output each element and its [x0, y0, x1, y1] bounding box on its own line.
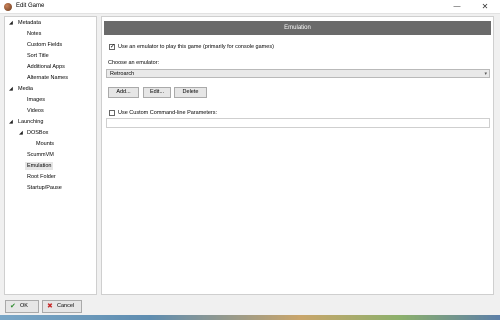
tree-item-dosbox[interactable]: DOSBox — [27, 129, 48, 137]
tree-item-emulation[interactable]: Emulation — [25, 162, 54, 170]
tree-item-metadata[interactable]: Metadata — [18, 19, 41, 27]
chevron-down-icon: ▾ — [484, 71, 487, 77]
tree-item-additional-apps[interactable]: Additional Apps — [27, 63, 65, 71]
tree-item-custom-fields[interactable]: Custom Fields — [27, 41, 62, 49]
delete-emulator-button[interactable]: Delete — [174, 87, 207, 98]
collapse-triangle-icon[interactable]: ◢ — [9, 118, 13, 126]
tree-item-scummvm[interactable]: ScummVM — [27, 151, 54, 159]
cancel-button[interactable]: ✖ Cancel — [42, 300, 82, 313]
tree-item-root-folder[interactable]: Root Folder — [27, 173, 56, 181]
tree-item-startup-pause[interactable]: Startup/Pause — [27, 184, 62, 192]
close-button[interactable]: ✕ — [476, 0, 494, 14]
ok-button[interactable]: ✔ OK — [5, 300, 39, 313]
ok-label: OK — [20, 303, 28, 309]
cancel-label: Cancel — [57, 303, 75, 309]
emulation-panel: Emulation ✓ Use an emulator to play this… — [101, 16, 494, 295]
custom-params-checkbox[interactable] — [109, 110, 115, 116]
tree-item-videos[interactable]: Videos — [27, 107, 44, 115]
tree-item-launching[interactable]: Launching — [18, 118, 43, 126]
tree-item-notes[interactable]: Notes — [27, 30, 41, 38]
collapse-triangle-icon[interactable]: ◢ — [19, 129, 23, 137]
tree-item-media[interactable]: Media — [18, 85, 33, 93]
tree-item-sort-title[interactable]: Sort Title — [27, 52, 49, 60]
emulator-select[interactable]: Retroarch ▾ — [106, 69, 490, 78]
custom-params-input[interactable] — [106, 118, 490, 128]
custom-params-label: Use Custom Command-line Parameters: — [118, 110, 218, 116]
check-icon: ✔ — [10, 303, 16, 310]
taskbar-strip — [0, 315, 500, 320]
panel-header: Emulation — [104, 21, 491, 35]
tree-item-images[interactable]: Images — [27, 96, 45, 104]
navigation-tree: ◢ Metadata Notes Custom Fields Sort Titl… — [4, 16, 97, 295]
x-icon: ✖ — [47, 303, 53, 310]
title-bar: Edit Game — ✕ — [0, 0, 500, 14]
game-icon — [4, 3, 12, 11]
choose-emulator-label: Choose an emulator: — [108, 60, 160, 66]
use-emulator-checkbox[interactable]: ✓ — [109, 44, 115, 50]
use-emulator-label: Use an emulator to play this game (prima… — [118, 44, 274, 50]
collapse-triangle-icon[interactable]: ◢ — [9, 19, 13, 27]
tree-item-alternate-names[interactable]: Alternate Names — [27, 74, 68, 82]
tree-item-mounts[interactable]: Mounts — [36, 140, 54, 148]
add-emulator-button[interactable]: Add... — [108, 87, 139, 98]
minimize-button[interactable]: — — [448, 0, 466, 14]
window-title: Edit Game — [16, 3, 45, 9]
collapse-triangle-icon[interactable]: ◢ — [9, 85, 13, 93]
emulator-select-value: Retroarch — [110, 71, 135, 77]
edit-emulator-button[interactable]: Edit... — [143, 87, 171, 98]
